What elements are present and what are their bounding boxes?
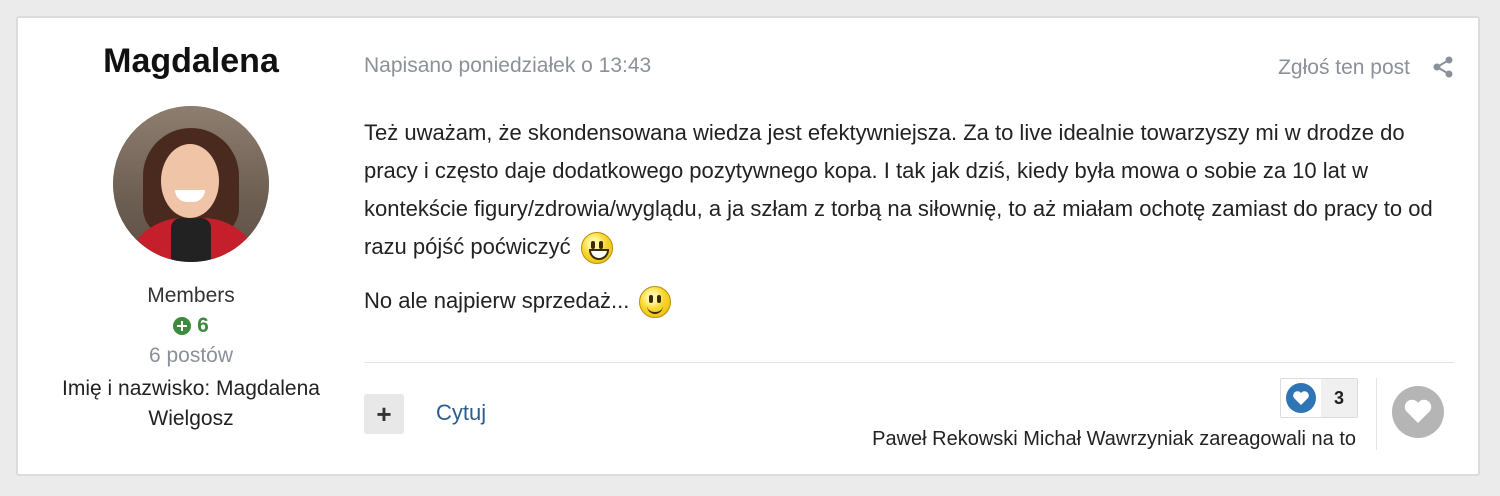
reacted-by-list[interactable]: Paweł Rekowski Michał Wawrzyniak zareago… xyxy=(872,428,1356,451)
post-divider xyxy=(364,362,1454,363)
heart-icon xyxy=(1404,399,1432,423)
reaction-separator xyxy=(1376,378,1377,450)
author-full-name: Imię i nazwisko: Magdalena Wielgosz xyxy=(62,377,320,430)
reputation-value: 6 xyxy=(197,314,209,337)
author-group: Members xyxy=(147,284,235,307)
reaction-count: 3 xyxy=(1321,379,1357,417)
reputation-badge: 6 xyxy=(18,314,364,338)
grinning-emoji-icon xyxy=(580,232,613,265)
reaction-icon-cell xyxy=(1281,379,1321,417)
heart-reaction-icon xyxy=(1286,383,1316,413)
smile-emoji-icon xyxy=(639,286,672,319)
heart-icon xyxy=(1293,391,1309,405)
avatar-face xyxy=(161,144,219,218)
react-button[interactable] xyxy=(1392,386,1444,438)
reaction-summary[interactable]: 3 xyxy=(1280,378,1358,418)
multiquote-button[interactable]: + xyxy=(364,394,404,434)
post-body: Też uważam, że skondensowana wiedza jest… xyxy=(364,114,1454,320)
avatar[interactable] xyxy=(113,106,269,262)
post-paragraph-text: Też uważam, że skondensowana wiedza jest… xyxy=(364,120,1433,259)
post-timestamp[interactable]: Napisano poniedziałek o 13:43 xyxy=(364,54,651,78)
plus-circle-icon xyxy=(173,317,192,335)
post-paragraph-text: No ale najpierw sprzedaż... xyxy=(364,288,630,313)
share-icon[interactable] xyxy=(1432,56,1454,78)
report-post-link[interactable]: Zgłoś ten post xyxy=(1278,56,1410,80)
quote-button[interactable]: Cytuj xyxy=(436,400,486,426)
avatar-shirt xyxy=(171,218,211,262)
forum-post: Magdalena Members 6 6 postów Imię i nazw… xyxy=(16,16,1480,476)
post-paragraph: No ale najpierw sprzedaż... xyxy=(364,282,1454,320)
author-panel: Magdalena Members 6 6 postów Imię i nazw… xyxy=(18,18,364,474)
post-paragraph: Też uważam, że skondensowana wiedza jest… xyxy=(364,114,1454,266)
author-name[interactable]: Magdalena xyxy=(18,42,364,81)
post-count: 6 postów xyxy=(148,344,234,367)
